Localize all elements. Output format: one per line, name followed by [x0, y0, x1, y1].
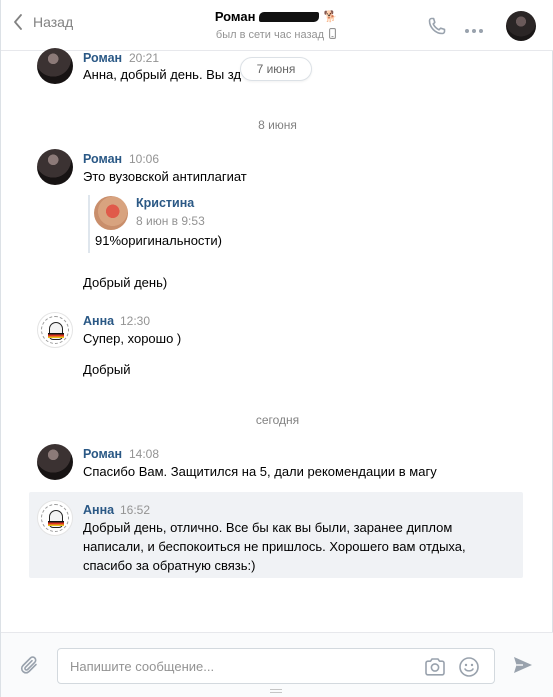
redaction-mark: [259, 11, 320, 22]
sender-name[interactable]: Роман: [83, 152, 122, 166]
message-time[interactable]: 14:08: [129, 447, 159, 461]
chat-window: Назад Роман 🐕 был в сети час назад Роман…: [0, 0, 553, 697]
contact-name: Роман: [214, 9, 256, 24]
message-history: Роман 20:21 Анна, добрый день. Вы зд 7 и…: [1, 48, 553, 632]
forwarded-text: 91%оригинальности): [95, 233, 222, 248]
message-composer: [1, 632, 553, 697]
message-text: Анна, добрый день. Вы зд: [83, 67, 242, 82]
avatar[interactable]: [37, 444, 73, 480]
message-time[interactable]: 20:21: [129, 51, 159, 65]
avatar[interactable]: [37, 312, 73, 348]
forwarded-date[interactable]: 8 июн в 9:53: [136, 214, 205, 228]
resize-handle[interactable]: [270, 689, 282, 693]
send-icon[interactable]: [512, 655, 534, 678]
date-separator: сегодня: [255, 413, 300, 427]
message-input-box[interactable]: [57, 648, 495, 684]
camera-icon[interactable]: [424, 657, 446, 680]
sender-name[interactable]: Анна: [83, 314, 114, 328]
message-text: Добрый день): [83, 275, 168, 290]
message-input[interactable]: [70, 649, 410, 683]
message-time[interactable]: 10:06: [129, 152, 159, 166]
online-status: был в сети час назад: [215, 29, 325, 41]
phone-icon[interactable]: [427, 16, 447, 39]
forwarded-bar: [88, 195, 90, 253]
message-text: Супер, хорошо ): [83, 331, 182, 346]
message-text: Добрый: [83, 362, 131, 377]
chat-header: Назад Роман 🐕 был в сети час назад: [1, 0, 553, 51]
message-time[interactable]: 12:30: [120, 314, 150, 328]
message-text-line: Добрый день, отлично. Все бы как вы были…: [83, 520, 453, 535]
message-text: Спасибо Вам. Защитился на 5, дали рекоме…: [83, 464, 437, 479]
floating-date-pill: 7 июня: [240, 57, 312, 81]
back-button[interactable]: Назад: [13, 14, 73, 30]
avatar[interactable]: [37, 48, 73, 84]
message-text-line: спасибо за обратную связь:): [83, 558, 256, 573]
sender-name[interactable]: Роман: [83, 51, 122, 65]
avatar[interactable]: [37, 149, 73, 185]
dog-emoji: 🐕: [323, 11, 338, 23]
phone-device-icon: [329, 28, 337, 42]
chat-title[interactable]: Роман 🐕 был в сети час назад: [181, 9, 371, 42]
header-avatar[interactable]: [506, 11, 536, 41]
sender-name[interactable]: Анна: [83, 503, 114, 517]
message-time[interactable]: 16:52: [120, 503, 150, 517]
sender-name[interactable]: Роман: [83, 447, 122, 461]
forwarded-sender[interactable]: Кристина: [136, 196, 194, 210]
back-label: Назад: [33, 14, 74, 30]
message-text-line: написали, и беспокоиться не пришлось. Хо…: [83, 539, 466, 554]
date-separator: 8 июня: [258, 118, 297, 132]
message-text: Это вузовской антиплагиат: [83, 169, 247, 184]
forwarded-avatar[interactable]: [94, 196, 128, 230]
paperclip-icon[interactable]: [19, 655, 41, 680]
smile-icon[interactable]: [458, 656, 480, 681]
avatar[interactable]: [37, 500, 73, 536]
more-icon[interactable]: [464, 22, 484, 37]
chevron-left-icon: [13, 14, 23, 30]
